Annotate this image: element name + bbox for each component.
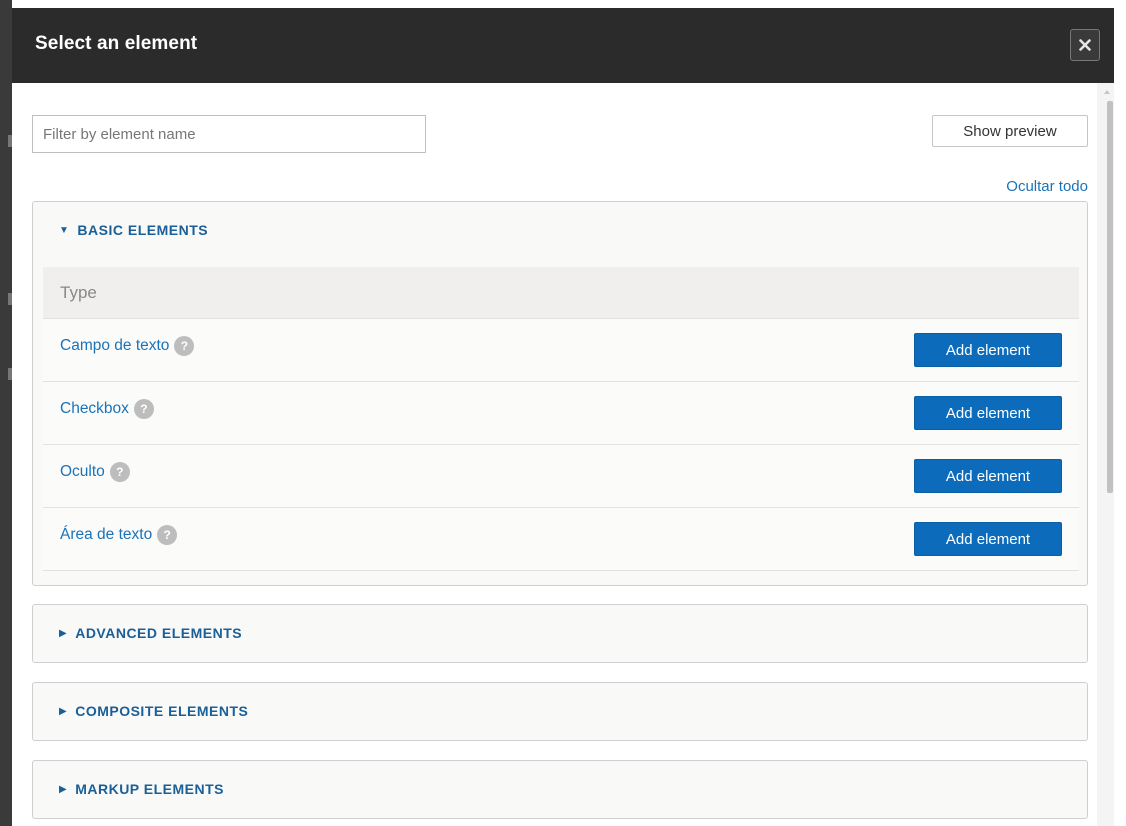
group-label: BASIC ELEMENTS [77,222,209,238]
select-element-dialog: Select an element Show preview Ocultar t… [12,8,1118,826]
close-button[interactable] [1070,29,1100,61]
caret-right-icon: ▶ [59,627,68,639]
element-label: Checkbox [60,400,129,417]
group-basic-elements: ▼ BASIC ELEMENTS Type Campo de texto ? A… [32,201,1088,586]
group-header-advanced[interactable]: ▶ ADVANCED ELEMENTS [59,605,242,661]
table-row: Campo de texto ? Add element [43,319,1079,382]
dialog-titlebar: Select an element [12,8,1118,83]
group-header-basic[interactable]: ▼ BASIC ELEMENTS [59,202,208,258]
scrollbar-thumb[interactable] [1107,101,1113,493]
table-row: Oculto ? Add element [43,445,1079,508]
group-label: MARKUP ELEMENTS [75,781,225,797]
page-backdrop-right [1114,0,1126,826]
group-label: ADVANCED ELEMENTS [75,625,243,641]
elements-table: Type Campo de texto ? Add element Checkb… [43,267,1079,571]
caret-down-icon: ▼ [59,224,70,236]
element-link-area-de-texto[interactable]: Área de texto ? [60,525,178,545]
help-icon[interactable]: ? [133,399,154,419]
hide-all-link[interactable]: Ocultar todo [1006,178,1088,195]
scroll-up-icon[interactable] [1104,90,1110,94]
page-backdrop-left [0,0,12,826]
element-link-checkbox[interactable]: Checkbox ? [60,399,154,419]
add-element-button[interactable]: Add element [914,396,1062,430]
page-backdrop-top [0,0,1126,8]
table-header-type: Type [43,267,1079,319]
help-icon[interactable]: ? [157,525,178,545]
group-markup-elements: ▶ MARKUP ELEMENTS [32,760,1088,819]
filter-input[interactable] [32,115,426,153]
add-element-button[interactable]: Add element [914,522,1062,556]
help-icon[interactable]: ? [109,462,130,482]
show-preview-button[interactable]: Show preview [932,115,1088,147]
group-header-markup[interactable]: ▶ MARKUP ELEMENTS [59,761,224,817]
table-row: Checkbox ? Add element [43,382,1079,445]
dialog-content: Show preview Ocultar todo ▼ BASIC ELEMEN… [12,83,1097,826]
element-link-oculto[interactable]: Oculto ? [60,462,130,482]
add-element-button[interactable]: Add element [914,333,1062,367]
add-element-button[interactable]: Add element [914,459,1062,493]
group-header-composite[interactable]: ▶ COMPOSITE ELEMENTS [59,683,248,739]
close-icon [1079,39,1091,51]
caret-right-icon: ▶ [59,705,68,717]
element-label: Campo de texto [60,337,170,354]
table-row: Área de texto ? Add element [43,508,1079,571]
caret-right-icon: ▶ [59,783,68,795]
element-link-campo-de-texto[interactable]: Campo de texto ? [60,336,195,356]
group-label: COMPOSITE ELEMENTS [75,703,249,719]
element-label: Área de texto [60,526,153,543]
group-composite-elements: ▶ COMPOSITE ELEMENTS [32,682,1088,741]
group-advanced-elements: ▶ ADVANCED ELEMENTS [32,604,1088,663]
help-icon[interactable]: ? [174,336,195,356]
element-label: Oculto [60,463,105,480]
dialog-title: Select an element [35,33,198,54]
